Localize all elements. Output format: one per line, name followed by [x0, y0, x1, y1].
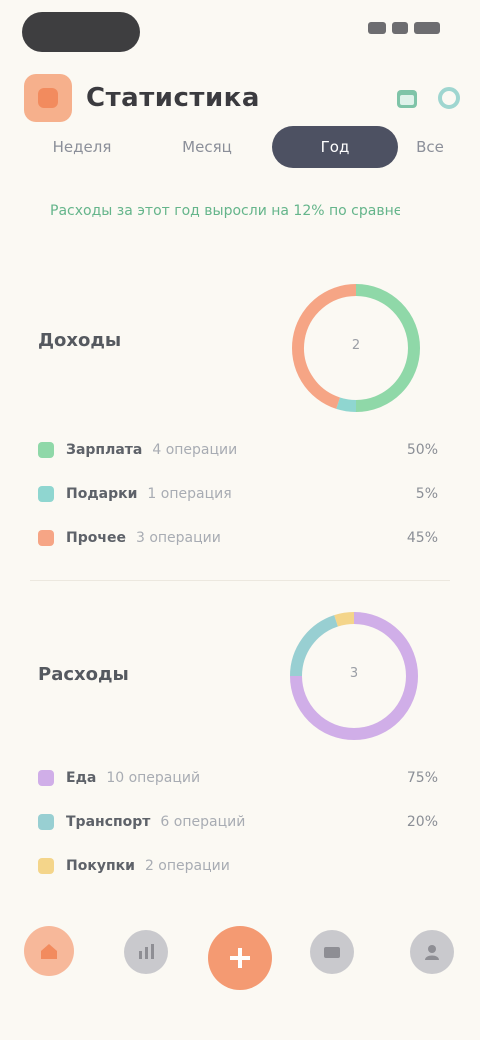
- calendar-icon: [397, 90, 417, 108]
- tab-week[interactable]: Неделя: [22, 126, 142, 168]
- tab-month[interactable]: Месяц: [142, 126, 272, 168]
- gear-icon: [438, 87, 460, 109]
- profile-icon: [425, 945, 439, 960]
- battery-icon: [414, 22, 440, 34]
- legend-label: Транспорт: [66, 814, 151, 830]
- legend-label: Подарки: [66, 486, 138, 502]
- settings-button[interactable]: [434, 83, 464, 113]
- legend-label: Зарплата: [66, 442, 143, 458]
- logo-icon: [38, 88, 58, 108]
- legend-label: Еда: [66, 770, 97, 786]
- income-legend: Зарплата 4 операции 50% Подарки 1 операц…: [38, 428, 438, 560]
- income-section: Доходы 2 Зарплата 4 операции 50% Подарки…: [0, 270, 480, 570]
- legend-sub: 2 операции: [144, 858, 230, 874]
- home-icon: [41, 944, 57, 959]
- legend-item[interactable]: Транспорт 6 операций 20%: [38, 800, 438, 844]
- income-donut: 2: [286, 278, 426, 418]
- legend-item[interactable]: Покупки 2 операции: [38, 844, 438, 888]
- legend-value: 20%: [406, 814, 438, 830]
- expenses-title: Расходы: [38, 664, 129, 685]
- bottom-nav: [0, 910, 480, 1040]
- legend-sub: 4 операции: [152, 442, 238, 458]
- legend-label: Покупки: [66, 858, 135, 874]
- legend-color: [38, 442, 54, 458]
- chart-icon: [139, 944, 154, 959]
- wallet-icon: [324, 947, 340, 958]
- legend-value: 50%: [406, 442, 438, 458]
- status-bar: [0, 0, 480, 64]
- legend-value: 45%: [406, 530, 438, 546]
- section-divider: [30, 580, 450, 581]
- income-center-label: 2: [351, 338, 361, 353]
- add-icon: [230, 948, 250, 968]
- legend-sub: 3 операции: [135, 530, 221, 546]
- expenses-legend: Еда 10 операций 75% Транспорт 6 операций…: [38, 756, 438, 888]
- nav-wallet[interactable]: [310, 930, 354, 974]
- legend-item[interactable]: Прочее 3 операции 45%: [38, 516, 438, 560]
- app-logo: [24, 74, 72, 122]
- tab-all[interactable]: Все: [398, 126, 462, 168]
- page-title: Статистика: [86, 83, 260, 113]
- legend-color: [38, 858, 54, 874]
- donut-slice-Подарки: [336, 397, 357, 412]
- summary-notice: Расходы за этот год выросли на 12% по ср…: [50, 203, 400, 219]
- app-header: Статистика: [24, 74, 464, 122]
- legend-sub: 1 операция: [147, 486, 232, 502]
- header-actions: [392, 83, 464, 113]
- nav-home[interactable]: [24, 926, 74, 976]
- legend-item[interactable]: Зарплата 4 операции 50%: [38, 428, 438, 472]
- legend-value: 5%: [415, 486, 438, 502]
- calendar-button[interactable]: [392, 83, 422, 113]
- legend-sub: 6 операций: [160, 814, 246, 830]
- status-indicators: [368, 22, 440, 34]
- legend-color: [38, 486, 54, 502]
- legend-item[interactable]: Подарки 1 операция 5%: [38, 472, 438, 516]
- nav-add-button[interactable]: [208, 926, 272, 990]
- legend-color: [38, 770, 54, 786]
- legend-color: [38, 530, 54, 546]
- expenses-section: Расходы 3 Еда 10 операций 75% Транспорт …: [0, 600, 480, 900]
- expenses-donut: 3: [284, 606, 424, 746]
- expenses-center-label: 3: [349, 666, 359, 681]
- nav-stats[interactable]: [124, 930, 168, 974]
- legend-item[interactable]: Еда 10 операций 75%: [38, 756, 438, 800]
- legend-sub: 10 операций: [106, 770, 201, 786]
- legend-label: Прочее: [66, 530, 126, 546]
- period-tabs: Неделя Месяц Год Все: [22, 126, 462, 168]
- status-pill: [22, 12, 140, 52]
- donut-slice-Покупки: [334, 612, 355, 627]
- income-title: Доходы: [38, 330, 122, 351]
- legend-value: 75%: [406, 770, 438, 786]
- tab-year[interactable]: Год: [272, 126, 398, 168]
- signal-icon: [368, 22, 386, 34]
- nav-profile[interactable]: [410, 930, 454, 974]
- wifi-icon: [392, 22, 408, 34]
- legend-color: [38, 814, 54, 830]
